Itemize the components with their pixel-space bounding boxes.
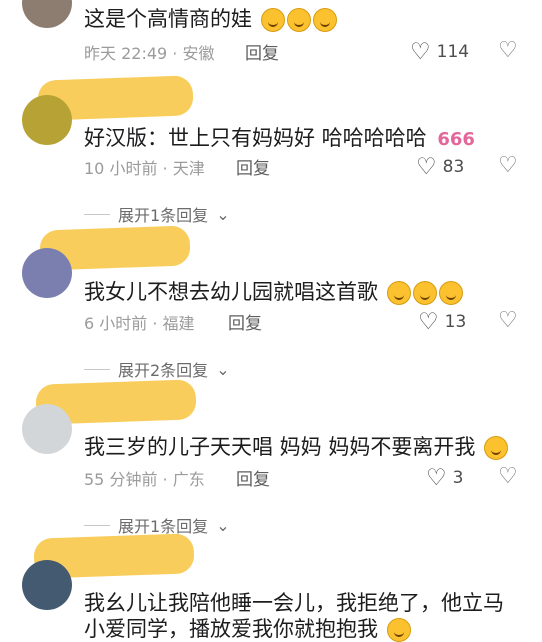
expand-replies-label: 展开1条回复 <box>118 206 209 225</box>
chevron-down-icon: ⌄ <box>216 204 230 224</box>
avatar[interactable] <box>22 404 72 454</box>
smiling-tear-emoji-icon <box>484 436 509 460</box>
avatar[interactable] <box>22 95 72 145</box>
divider <box>84 368 110 370</box>
comment-text: 小爱同学，播放爱我你就抱抱我 <box>84 616 411 642</box>
laughing-emoji-icon <box>412 281 437 305</box>
comment-meta: 6 小时前 · 福建 <box>84 314 195 333</box>
expand-replies-button[interactable]: 展开1条回复 ⌄ <box>84 202 230 226</box>
comment-text: 好汉版：世上只有妈妈好 哈哈哈哈哈 666 <box>84 125 475 153</box>
expand-replies-button[interactable]: 展开2条回复 ⌄ <box>84 357 230 381</box>
comment-meta: 昨天 22:49 · 安徽 <box>84 44 215 63</box>
comment-text: 我女儿不想去幼儿园就唱这首歌 <box>84 279 463 305</box>
like-button[interactable]: ♡ 114 <box>410 39 469 65</box>
comment-meta: 55 分钟前 · 广东 <box>84 470 205 489</box>
laughing-emoji-icon <box>286 8 311 32</box>
comment-text: 这是个高情商的娃 <box>84 6 337 32</box>
chevron-down-icon: ⌄ <box>216 359 230 379</box>
laughing-emoji-icon <box>386 618 411 642</box>
expand-replies-button[interactable]: 展开1条回复 ⌄ <box>84 513 230 537</box>
like-count: 114 <box>436 42 470 62</box>
heart-icon: ♡ <box>416 154 437 180</box>
laughing-emoji-icon <box>438 281 463 305</box>
dislike-icon[interactable]: ♡ <box>498 308 518 333</box>
heart-icon: ♡ <box>418 309 439 335</box>
heart-icon: ♡ <box>410 39 431 65</box>
comment-meta: 10 小时前 · 天津 <box>84 159 205 178</box>
laughing-emoji-icon <box>260 8 285 32</box>
comment-text: 我幺儿让我陪他睡一会儿，我拒绝了，他立马 <box>84 591 504 615</box>
avatar[interactable] <box>22 0 72 28</box>
laughing-emoji-icon <box>312 8 337 32</box>
dislike-icon[interactable]: ♡ <box>498 38 518 63</box>
sticker-666-icon: 666 <box>437 129 475 150</box>
reply-button[interactable]: 回复 <box>236 154 270 179</box>
laughing-emoji-icon <box>386 281 411 305</box>
chevron-down-icon: ⌄ <box>216 515 230 535</box>
divider <box>84 213 110 215</box>
like-count: 3 <box>452 468 464 488</box>
like-button[interactable]: ♡ 83 <box>416 154 464 180</box>
heart-icon: ♡ <box>426 465 447 491</box>
like-count: 83 <box>442 157 465 177</box>
expand-replies-label: 展开2条回复 <box>118 361 209 380</box>
reply-button[interactable]: 回复 <box>236 465 270 490</box>
like-button[interactable]: ♡ 3 <box>426 465 463 491</box>
dislike-icon[interactable]: ♡ <box>498 464 518 489</box>
divider <box>84 524 110 526</box>
reply-button[interactable]: 回复 <box>228 309 262 334</box>
dislike-icon[interactable]: ♡ <box>498 153 518 178</box>
reply-button[interactable]: 回复 <box>245 39 279 64</box>
like-count: 13 <box>444 312 467 332</box>
avatar[interactable] <box>22 248 72 298</box>
like-button[interactable]: ♡ 13 <box>418 309 466 335</box>
avatar[interactable] <box>22 560 72 610</box>
comment-text: 我三岁的儿子天天唱 妈妈 妈妈不要离开我 <box>84 434 509 460</box>
